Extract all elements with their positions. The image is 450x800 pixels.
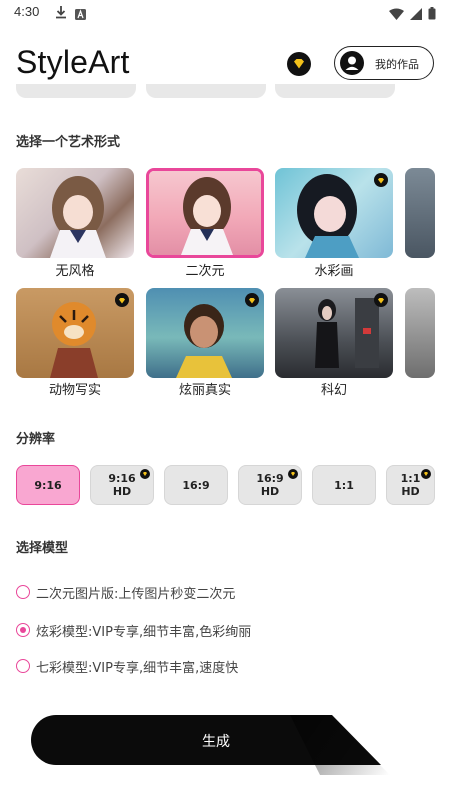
premium-diamond-icon <box>288 469 298 479</box>
ratio-1-1-hd[interactable]: 1:1 HD <box>386 465 435 505</box>
ratio-hd-label: HD <box>112 485 132 498</box>
wifi-icon <box>389 5 404 24</box>
ratio-label: 1:1 <box>400 472 421 485</box>
style-label-anime: 二次元 <box>185 264 225 279</box>
model-option-vivid[interactable]: 炫彩模型:VIP专享,细节丰富,色彩绚丽 <box>16 620 251 640</box>
model-option-rainbow[interactable]: 七彩模型:VIP专享,细节丰富,速度快 <box>16 656 238 676</box>
style-card-scifi[interactable] <box>275 288 393 378</box>
my-works-button[interactable]: 我的作品 <box>334 46 434 80</box>
ratio-16-9-hd[interactable]: 16:9 HD <box>238 465 302 505</box>
model-option-label: 二次元图片版:上传图片秒变二次元 <box>36 586 236 602</box>
ratio-hd-label: HD <box>260 485 280 498</box>
scrolled-chip[interactable] <box>146 84 266 98</box>
ratio-label: 16:9 <box>182 478 210 492</box>
partial-thumbnail <box>405 288 435 378</box>
anime-girl-pink-thumbnail <box>149 171 261 255</box>
ratio-label: 1:1 <box>334 478 354 492</box>
signal-icon <box>410 5 422 24</box>
premium-diamond-icon <box>374 293 388 307</box>
ratio-hd-label: HD <box>401 485 420 498</box>
ratio-label: 16:9 <box>256 472 284 485</box>
model-section-title: 选择模型 <box>16 541 69 556</box>
style-card-anime[interactable] <box>146 168 264 258</box>
style-card-partial[interactable] <box>405 288 435 378</box>
model-option-label: 七彩模型:VIP专享,细节丰富,速度快 <box>36 660 239 676</box>
model-option-anime-upload[interactable]: 二次元图片版:上传图片秒变二次元 <box>16 582 235 602</box>
anime-girl-thumbnail <box>16 168 134 258</box>
resolution-section-title: 分辨率 <box>16 432 56 447</box>
radio-button-checked[interactable] <box>16 623 30 637</box>
partial-thumbnail <box>405 168 435 258</box>
premium-diamond-icon <box>374 173 388 187</box>
style-card-partial[interactable] <box>405 168 435 258</box>
art-form-section-title: 选择一个艺术形式 <box>16 135 121 150</box>
style-card-realistic[interactable] <box>146 288 264 378</box>
premium-diamond-icon <box>421 469 431 479</box>
style-label-animal: 动物写实 <box>48 383 101 398</box>
my-works-label: 我的作品 <box>375 58 419 71</box>
status-bar: 4:30 <box>0 0 450 26</box>
user-avatar-icon <box>340 51 364 75</box>
download-icon <box>55 4 67 23</box>
generate-button-label: 生成 <box>202 734 230 750</box>
radio-button[interactable] <box>16 659 30 673</box>
ratio-label: 9:16 <box>108 472 136 485</box>
style-label-realistic: 炫丽真实 <box>178 383 231 398</box>
radio-button[interactable] <box>16 585 30 599</box>
ratio-1-1[interactable]: 1:1 <box>312 465 376 505</box>
premium-diamond-icon <box>140 469 150 479</box>
scrolled-chip[interactable] <box>275 84 395 98</box>
ratio-16-9[interactable]: 16:9 <box>164 465 228 505</box>
ratio-label: 9:16 <box>34 478 62 492</box>
style-card-animal[interactable] <box>16 288 134 378</box>
ratio-9-16-hd[interactable]: 9:16 HD <box>90 465 154 505</box>
battery-icon <box>428 5 436 24</box>
scrolled-chip[interactable] <box>16 84 136 98</box>
style-card-none[interactable] <box>16 168 134 258</box>
style-label-watercolor: 水彩画 <box>314 264 354 279</box>
model-option-label: 炫彩模型:VIP专享,细节丰富,色彩绚丽 <box>36 624 252 640</box>
status-time: 4:30 <box>14 4 40 19</box>
app-title: StyleArt <box>16 44 130 80</box>
premium-diamond-icon <box>115 293 129 307</box>
notification-a-icon <box>75 5 86 24</box>
style-card-watercolor[interactable] <box>275 168 393 258</box>
vip-diamond-icon[interactable] <box>287 52 311 76</box>
ratio-9-16[interactable]: 9:16 <box>16 465 80 505</box>
style-label-scifi: 科幻 <box>320 383 347 398</box>
premium-diamond-icon <box>245 293 259 307</box>
style-label-none: 无风格 <box>55 264 95 279</box>
